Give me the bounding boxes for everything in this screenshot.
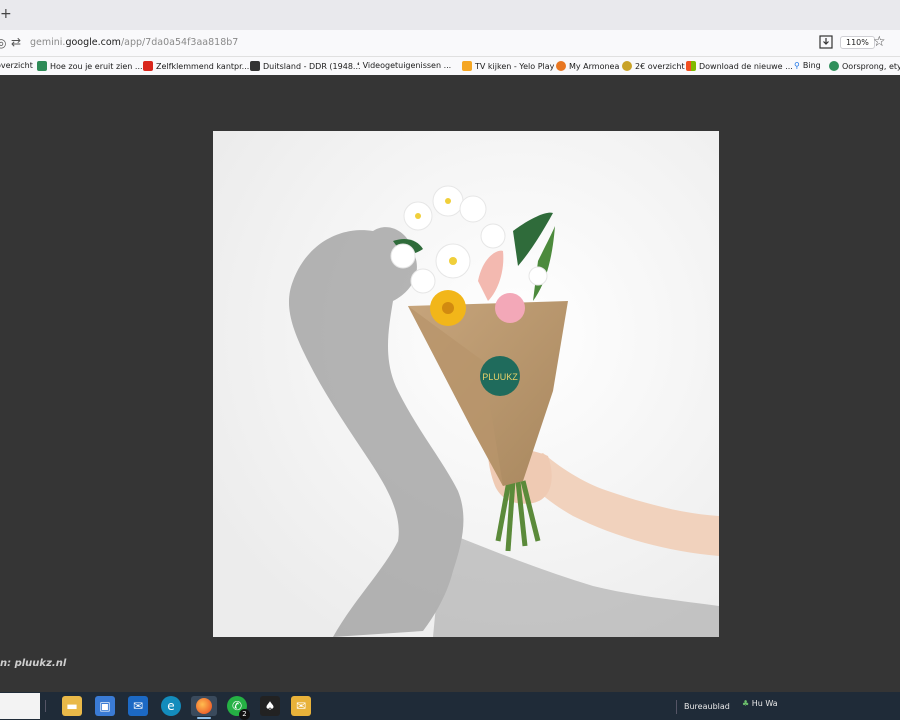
- bookmark-label: overzicht: [0, 61, 33, 70]
- bookmark-item[interactable]: Zelfklemmend kantpr...: [143, 61, 249, 71]
- plant-icon: ♣: [742, 699, 750, 708]
- edge-icon[interactable]: e: [161, 696, 181, 716]
- notes-folder-icon[interactable]: ✉: [291, 696, 311, 716]
- sticker-text: PLUUKZ: [482, 372, 518, 382]
- permissions-icon[interactable]: ⇄: [11, 35, 21, 49]
- mail-icon[interactable]: ✉: [128, 696, 148, 716]
- bookmarks-toolbar: overzicht Hoe zou je eruit zien ... Zelf…: [0, 57, 900, 75]
- active-indicator: [197, 717, 211, 719]
- new-tab-button[interactable]: +: [0, 6, 12, 22]
- bouquet-photo: PLUUKZ: [213, 131, 719, 637]
- user-name: Hu Wa: [751, 699, 778, 708]
- bookmark-label: Hoe zou je eruit zien ...: [50, 62, 143, 71]
- bookmark-item[interactable]: ❛ Videogetuigenissen ...: [357, 61, 451, 70]
- bookmark-item[interactable]: overzicht: [0, 61, 33, 70]
- downloads-icon[interactable]: [819, 35, 833, 49]
- bookmark-label: Videogetuigenissen ...: [362, 61, 452, 70]
- red-tag-icon: [143, 61, 153, 71]
- address-bar[interactable]: ◎ ⇄ gemini.google.com/app/7da0a54f3aa818…: [0, 30, 900, 57]
- bookmark-star-icon[interactable]: ☆: [873, 34, 886, 50]
- desktop-toolbar-label[interactable]: Bureaublad: [684, 702, 730, 711]
- bookmark-item[interactable]: ⚲ Bing: [794, 61, 821, 70]
- bookmark-item[interactable]: Hoe zou je eruit zien ...: [37, 61, 143, 71]
- bookmark-label: Bing: [802, 61, 821, 70]
- yelo-icon: [462, 61, 472, 71]
- file-explorer-icon[interactable]: ▬: [62, 696, 82, 716]
- tab-strip: +: [0, 0, 900, 30]
- coin-icon: [622, 61, 632, 71]
- url-text[interactable]: gemini.google.com/app/7da0a54f3aa818b7: [30, 37, 238, 48]
- bookmark-label: Zelfklemmend kantpr...: [156, 62, 250, 71]
- bookmark-label: 2€ overzicht: [635, 62, 685, 71]
- url-host-prefix: gemini.: [30, 37, 66, 48]
- bookmark-item[interactable]: TV kijken - Yelo Play: [462, 61, 554, 71]
- search-icon: ⚲: [794, 61, 800, 70]
- zoom-level-button[interactable]: 110%: [840, 36, 875, 49]
- quote-icon: ❛: [357, 61, 360, 70]
- bookmark-label: Download de nieuwe ...: [699, 62, 793, 71]
- image-credit: n: pluukz.nl: [0, 658, 67, 669]
- solitaire-icon[interactable]: ♠: [260, 696, 280, 716]
- shield-icon[interactable]: ◎: [0, 36, 6, 50]
- bookmark-label: Duitsland - DDR (1948...: [263, 62, 361, 71]
- bookmark-label: Oorsprong, etym: [842, 62, 900, 71]
- bookmark-item[interactable]: Download de nieuwe ...: [686, 61, 793, 71]
- store-icon[interactable]: ▣: [95, 696, 115, 716]
- bookmark-label: My Armonea: [569, 62, 620, 71]
- url-host-domain: google.com: [65, 37, 121, 48]
- whatsapp-badge: 2: [239, 709, 250, 720]
- bookmark-item[interactable]: Oorsprong, etym: [829, 61, 900, 71]
- firefox-icon[interactable]: [191, 696, 217, 716]
- sticker: PLUUKZ: [480, 356, 520, 396]
- green-figure-icon: [37, 61, 47, 71]
- user-toolbar-label[interactable]: ♣ Hu Wa: [742, 699, 778, 708]
- bookmark-item[interactable]: 2€ overzicht: [622, 61, 685, 71]
- bookmark-label: TV kijken - Yelo Play: [475, 62, 555, 71]
- windows-icon: [686, 61, 696, 71]
- bookmark-item[interactable]: Duitsland - DDR (1948...: [250, 61, 361, 71]
- url-path: /app/7da0a54f3aa818b7: [120, 37, 239, 48]
- taskbar-search-box[interactable]: [0, 693, 40, 719]
- taskbar-divider: [45, 700, 46, 712]
- green-circle-icon: [829, 61, 839, 71]
- tray-divider: [676, 700, 677, 714]
- u-box-icon: [250, 61, 260, 71]
- orange-badge-icon: [556, 61, 566, 71]
- bookmark-item[interactable]: My Armonea: [556, 61, 619, 71]
